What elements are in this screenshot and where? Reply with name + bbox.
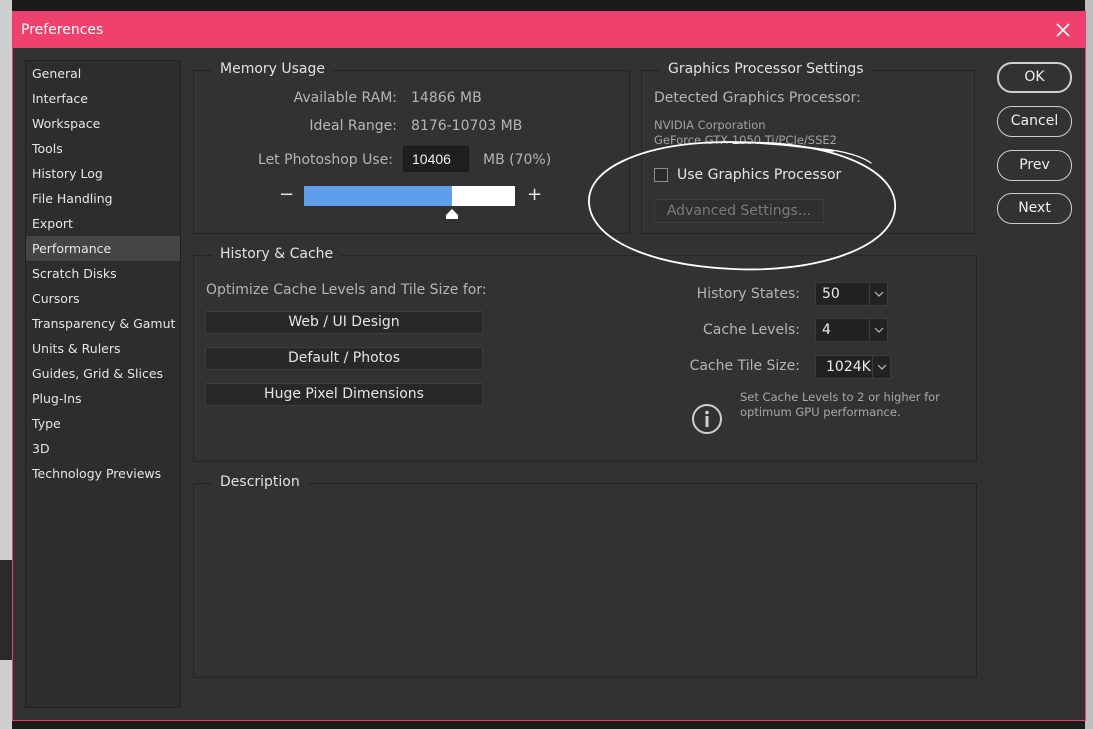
cache-tile-size-label: Cache Tile Size:	[689, 358, 800, 374]
cache-levels-select[interactable]: 4	[815, 318, 888, 342]
nav-item-units-rulers[interactable]: Units & Rulers	[26, 336, 180, 361]
prev-button[interactable]: Prev	[997, 150, 1072, 181]
close-button[interactable]	[1053, 18, 1073, 40]
preset-web-ui-design-button[interactable]: Web / UI Design	[205, 311, 483, 334]
cache-info-text: Set Cache Levels to 2 or higher for opti…	[740, 390, 940, 420]
next-button[interactable]: Next	[997, 193, 1072, 224]
title-bar: Preferences	[13, 12, 1085, 48]
use-gpu-checkbox[interactable]	[654, 168, 668, 182]
available-ram-value: 14866 MB	[411, 90, 482, 106]
description-group: Description	[193, 474, 977, 678]
available-ram-label: Available RAM:	[293, 90, 397, 106]
chevron-down-icon	[877, 364, 887, 370]
history-states-chevron	[869, 283, 887, 305]
history-states-value: 50	[822, 286, 840, 302]
nav-item-type[interactable]: Type	[26, 411, 180, 436]
cache-levels-label: Cache Levels:	[703, 322, 800, 338]
nav-item-scratch-disks[interactable]: Scratch Disks	[26, 261, 180, 286]
nav-item-guides-grid-slices[interactable]: Guides, Grid & Slices	[26, 361, 180, 386]
nav-item-3d[interactable]: 3D	[26, 436, 180, 461]
gpu-model: GeForce GTX 1050 Ti/PCIe/SSE2	[654, 133, 837, 147]
gpu-settings-title: Graphics Processor Settings	[660, 61, 872, 77]
cache-levels-value: 4	[822, 322, 831, 338]
memory-slider[interactable]	[304, 186, 515, 206]
cache-tile-size-select[interactable]: 1024K	[815, 355, 891, 379]
nav-item-export[interactable]: Export	[26, 211, 180, 236]
decrease-memory-button[interactable]: −	[279, 184, 294, 205]
memory-usage-title: Memory Usage	[212, 61, 334, 77]
photoshop-use-input[interactable]	[403, 146, 469, 172]
nav-item-technology-previews[interactable]: Technology Previews	[26, 461, 180, 486]
advanced-settings-button[interactable]: Advanced Settings...	[654, 199, 824, 223]
use-gpu-label: Use Graphics Processor	[677, 167, 842, 183]
memory-slider-fill	[304, 186, 452, 206]
background-artwork-right	[1085, 0, 1093, 729]
history-cache-title: History & Cache	[212, 246, 342, 262]
photoshop-use-label: Let Photoshop Use:	[258, 152, 393, 168]
optimize-label: Optimize Cache Levels and Tile Size for:	[206, 282, 487, 298]
ideal-range-value: 8176-10703 MB	[411, 118, 523, 134]
nav-item-tools[interactable]: Tools	[26, 136, 180, 161]
chevron-down-icon	[874, 327, 884, 333]
history-states-label: History States:	[696, 286, 800, 302]
description-title: Description	[212, 474, 308, 490]
background-artwork-left-dark	[0, 560, 12, 660]
cache-info-line-2: optimum GPU performance.	[740, 405, 901, 419]
cache-tile-size-value: 1024K	[826, 359, 871, 375]
ok-button[interactable]: OK	[997, 62, 1072, 93]
cache-info-line-1: Set Cache Levels to 2 or higher for	[740, 390, 940, 404]
nav-item-file-handling[interactable]: File Handling	[26, 186, 180, 211]
chevron-down-icon	[874, 291, 884, 297]
window-title: Preferences	[21, 22, 104, 38]
increase-memory-button[interactable]: +	[527, 184, 542, 205]
nav-item-plug-ins[interactable]: Plug-Ins	[26, 386, 180, 411]
memory-usage-group: Memory Usage Available RAM: 14866 MB Ide…	[193, 61, 630, 234]
close-icon	[1056, 23, 1070, 37]
nav-item-cursors[interactable]: Cursors	[26, 286, 180, 311]
preferences-nav: General Interface Workspace Tools Histor…	[25, 60, 181, 708]
info-icon	[692, 404, 722, 434]
preferences-dialog: Preferences General Interface Workspace …	[12, 11, 1086, 721]
nav-item-performance[interactable]: Performance	[26, 236, 180, 261]
nav-item-workspace[interactable]: Workspace	[26, 111, 180, 136]
detected-gpu-label: Detected Graphics Processor:	[654, 90, 861, 106]
nav-item-general[interactable]: General	[26, 61, 180, 86]
cancel-button[interactable]: Cancel	[997, 106, 1072, 137]
photoshop-use-unit: MB (70%)	[483, 152, 552, 168]
history-cache-group: History & Cache Optimize Cache Levels an…	[193, 246, 977, 462]
gpu-settings-group: Graphics Processor Settings Detected Gra…	[641, 61, 975, 234]
nav-item-transparency-gamut[interactable]: Transparency & Gamut	[26, 311, 180, 336]
cache-tile-size-chevron	[872, 356, 890, 378]
preset-huge-pixel-dimensions-button[interactable]: Huge Pixel Dimensions	[205, 383, 483, 406]
preset-default-photos-button[interactable]: Default / Photos	[205, 347, 483, 370]
gpu-vendor: NVIDIA Corporation	[654, 118, 766, 132]
nav-item-interface[interactable]: Interface	[26, 86, 180, 111]
ideal-range-label: Ideal Range:	[309, 118, 397, 134]
history-states-select[interactable]: 50	[815, 282, 888, 306]
cache-levels-chevron	[869, 319, 887, 341]
nav-item-history-log[interactable]: History Log	[26, 161, 180, 186]
memory-slider-thumb[interactable]	[445, 209, 458, 219]
